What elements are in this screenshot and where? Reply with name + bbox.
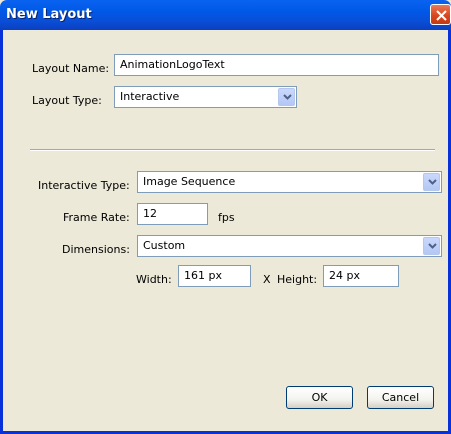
layout-type-dropdown-button[interactable] xyxy=(278,88,295,106)
close-button[interactable] xyxy=(430,4,451,25)
interactive-type-label: Interactive Type: xyxy=(38,179,130,192)
close-icon xyxy=(436,10,447,21)
width-input[interactable]: 161 px xyxy=(178,265,251,287)
times-symbol: X xyxy=(263,273,271,286)
interactive-type-dropdown-button[interactable] xyxy=(423,173,440,191)
height-label: Height: xyxy=(277,273,318,286)
interactive-type-value: Image Sequence xyxy=(143,175,236,188)
chevron-down-icon xyxy=(428,179,437,185)
frame-rate-unit: fps xyxy=(218,211,235,224)
width-label: Width: xyxy=(136,273,172,286)
layout-type-select[interactable]: Interactive xyxy=(114,86,297,108)
layout-name-label: Layout Name: xyxy=(32,62,110,75)
chevron-down-icon xyxy=(428,243,437,249)
dimensions-value: Custom xyxy=(143,239,186,252)
dialog-body: Layout Name: AnimationLogoText Layout Ty… xyxy=(4,31,447,430)
layout-type-value: Interactive xyxy=(120,90,180,103)
interactive-type-select[interactable]: Image Sequence xyxy=(137,171,442,193)
layout-name-input[interactable]: AnimationLogoText xyxy=(114,54,439,76)
section-divider xyxy=(30,149,435,151)
frame-rate-input[interactable]: 12 xyxy=(137,203,208,225)
dimensions-dropdown-button[interactable] xyxy=(423,237,440,255)
layout-type-label: Layout Type: xyxy=(32,94,102,107)
ok-button[interactable]: OK xyxy=(286,386,353,409)
dimensions-label: Dimensions: xyxy=(62,243,130,256)
height-input[interactable]: 24 px xyxy=(323,265,399,287)
title-bar[interactable]: New Layout xyxy=(0,0,451,30)
frame-rate-label: Frame Rate: xyxy=(63,211,130,224)
window-title: New Layout xyxy=(6,7,92,22)
cancel-button[interactable]: Cancel xyxy=(367,386,434,409)
dimensions-select[interactable]: Custom xyxy=(137,235,442,257)
chevron-down-icon xyxy=(283,94,292,100)
